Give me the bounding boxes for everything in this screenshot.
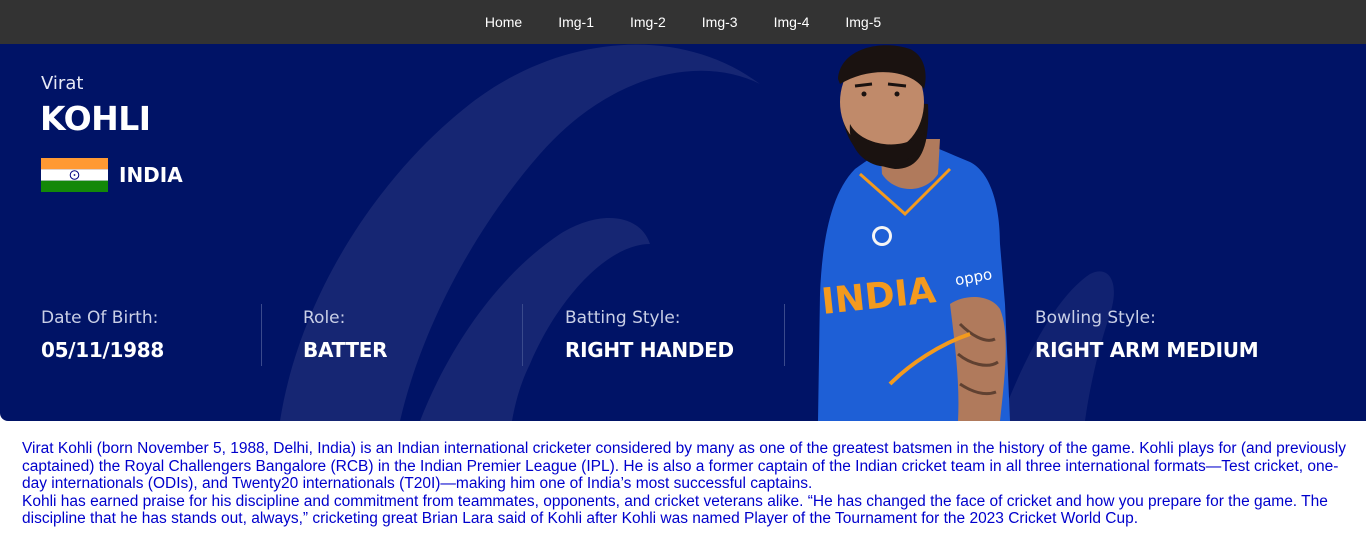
stat-batting-style: Batting Style: RIGHT HANDED bbox=[565, 308, 734, 362]
stat-bowling-style: Bowling Style: RIGHT ARM MEDIUM bbox=[1035, 308, 1259, 362]
nav-img-5-link[interactable]: Img-5 bbox=[827, 0, 899, 44]
nav-img-4-link[interactable]: Img-4 bbox=[756, 0, 828, 44]
bio-paragraph: Virat Kohli (born November 5, 1988, Delh… bbox=[22, 440, 1346, 492]
stat-value: RIGHT ARM MEDIUM bbox=[1035, 338, 1259, 362]
player-first-name: Virat bbox=[41, 73, 84, 94]
stat-label: Role: bbox=[303, 308, 346, 328]
stat-label: Batting Style: bbox=[565, 308, 681, 328]
stat-date-of-birth: Date Of Birth: 05/11/1988 bbox=[41, 308, 164, 362]
nav-img-2-link[interactable]: Img-2 bbox=[612, 0, 684, 44]
india-flag-icon bbox=[41, 158, 108, 192]
player-biography: Virat Kohli (born November 5, 1988, Delh… bbox=[22, 440, 1352, 528]
stat-value: BATTER bbox=[303, 338, 388, 362]
nav-img-3-link[interactable]: Img-3 bbox=[684, 0, 756, 44]
nav-home-link[interactable]: Home bbox=[467, 0, 540, 44]
player-last-name: KOHLI bbox=[40, 99, 151, 138]
stat-role: Role: BATTER bbox=[303, 308, 387, 362]
top-navigation: Home Img-1 Img-2 Img-3 Img-4 Img-5 bbox=[0, 0, 1366, 44]
player-country: INDIA bbox=[119, 163, 183, 187]
stat-divider bbox=[784, 304, 785, 366]
stat-value: RIGHT HANDED bbox=[565, 338, 734, 362]
nav-img-1-link[interactable]: Img-1 bbox=[540, 0, 612, 44]
bio-paragraph: Kohli has earned praise for his discipli… bbox=[22, 492, 1328, 528]
stat-value: 05/11/1988 bbox=[41, 338, 164, 362]
player-hero-banner: Virat KOHLI INDIA Date Of Birth: 05/11/1… bbox=[0, 44, 1366, 421]
stat-label: Bowling Style: bbox=[1035, 308, 1156, 328]
world-cup-watermark bbox=[280, 44, 1114, 421]
stat-divider bbox=[522, 304, 523, 366]
stat-label: Date Of Birth: bbox=[41, 308, 159, 328]
player-photo: INDIA oppo bbox=[818, 45, 1010, 421]
stat-divider bbox=[261, 304, 262, 366]
